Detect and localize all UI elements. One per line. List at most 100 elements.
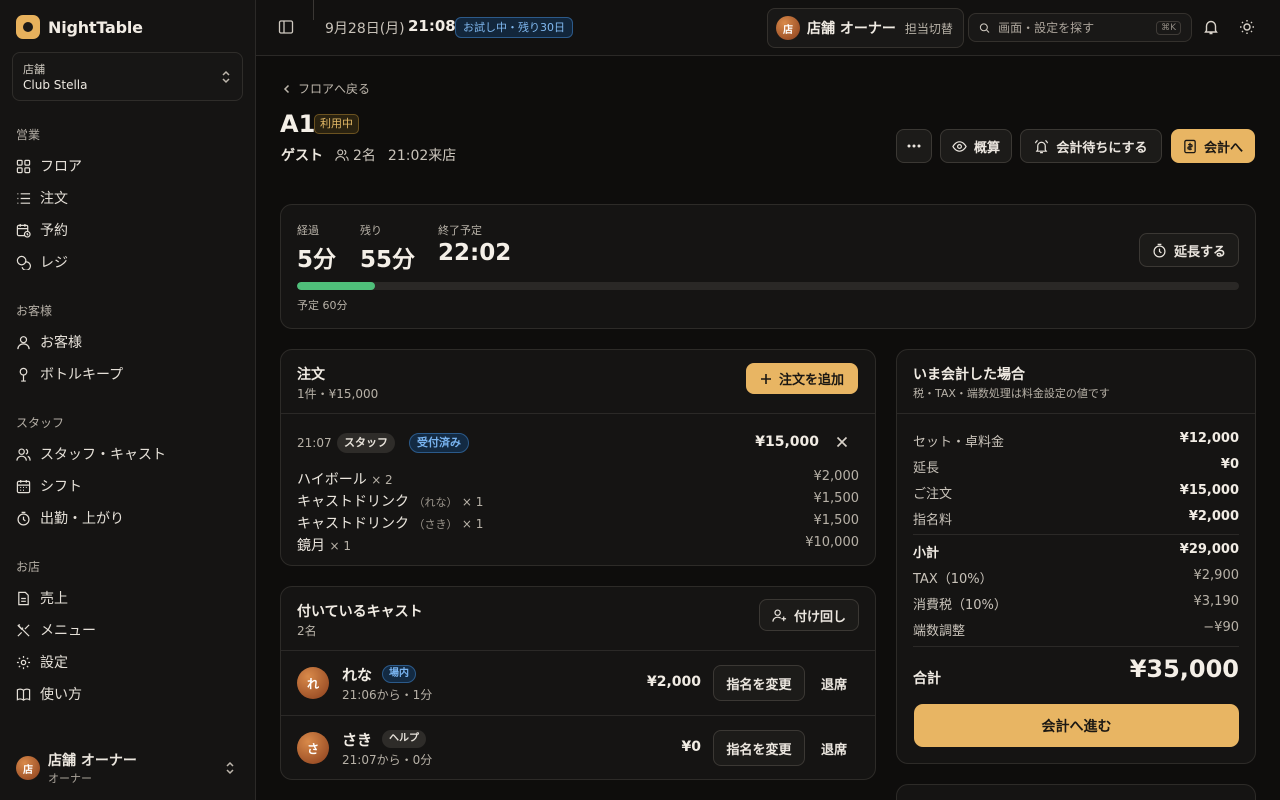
estimate-button[interactable]: 概算 [940, 129, 1012, 163]
total-label: 合計 [913, 671, 941, 687]
nav-item-label: 設定 [40, 655, 68, 671]
proceed-checkout-button[interactable]: 会計へ進む [914, 704, 1239, 747]
item-qty: × 2 [371, 473, 393, 487]
item-price: ¥10,000 [805, 535, 859, 550]
reassign-label: 付け回し [793, 609, 846, 625]
nav-item-orders[interactable]: 注文 [16, 185, 240, 211]
nav-item-staff-cast[interactable]: スタッフ・キャスト [16, 441, 240, 467]
more-button[interactable] [896, 129, 932, 163]
page-title: A1 [280, 110, 316, 138]
order-total: ¥15,000 [755, 434, 819, 450]
utensils-icon [17, 623, 30, 637]
staff-switcher[interactable]: 店 店舗 オーナー 担当切替 [767, 8, 964, 48]
orders-title: 注文 [297, 367, 325, 383]
checkout-button[interactable]: 会計へ [1171, 129, 1255, 163]
remaining-stat: 残り 55分 [360, 222, 415, 274]
timer-icon [1153, 243, 1166, 257]
eye-icon [952, 140, 967, 152]
item-name: キャストドリンク [297, 494, 409, 510]
bill-line-label: セット・卓料金 [913, 435, 1005, 450]
nav-item-reservations[interactable]: 予約 [16, 217, 240, 243]
estimate-label: 概算 [973, 140, 1000, 156]
receipt-icon [1184, 139, 1196, 153]
list-icon [17, 192, 31, 204]
cast-row: れ れな 場内 21:06から・1分 ¥2,000 指名を変更 退席 [281, 651, 875, 715]
extend-button[interactable]: 延長する [1139, 233, 1239, 267]
sidebar: NightTable 店舗 Club Stella 営業 フロア 注文 予約 レ… [0, 0, 256, 800]
order-status-badge: 受付済み [409, 433, 469, 453]
sun-icon[interactable] [1239, 19, 1255, 35]
timer-card: 経過 5分 残り 55分 終了予定 22:02 延長する 予定 60分 [280, 204, 1256, 329]
elapsed-stat: 経過 5分 [297, 222, 336, 274]
time-progress-bar [297, 282, 1239, 290]
leave-button[interactable]: 退席 [821, 674, 847, 693]
brand-logo-icon [16, 15, 40, 39]
nav-group-store: お店 [16, 560, 41, 574]
cast-fee: ¥0 [681, 739, 701, 755]
cast-tag-badge: ヘルプ [382, 730, 426, 748]
order-by-badge: スタッフ [337, 433, 395, 453]
sidebar-toggle-icon[interactable] [278, 19, 294, 35]
elapsed-label: 経過 [297, 224, 319, 237]
table-meta: ゲスト 2名 21:02来店 [281, 145, 456, 165]
item-price: ¥2,000 [813, 469, 860, 484]
order-line: 鏡月 × 1 ¥10,000 [297, 535, 859, 555]
reassign-button[interactable]: 付け回し [759, 599, 859, 631]
search-box[interactable]: ⌘K [968, 13, 1192, 42]
people-count: 2名 [335, 145, 376, 165]
store-switcher[interactable]: 店舗 Club Stella [12, 52, 243, 101]
add-order-label: 注文を追加 [778, 373, 844, 388]
brand[interactable]: NightTable [16, 15, 143, 39]
bill-line: セット・卓料金 ¥12,000 [913, 431, 1239, 450]
cast-name: さき [342, 731, 373, 749]
change-nomination-button[interactable]: 指名を変更 [713, 730, 805, 766]
cast-row: さ さき ヘルプ 21:07から・0分 ¥0 指名を変更 退席 [281, 716, 875, 780]
bell-icon[interactable] [1203, 19, 1219, 35]
nav-item-attendance[interactable]: 出勤・上がり [16, 505, 240, 531]
change-nomination-button[interactable]: 指名を変更 [713, 665, 805, 701]
user-menu[interactable]: 店 店舗 オーナー オーナー [16, 751, 240, 785]
wait-checkout-button[interactable]: 会計待ちにする [1020, 129, 1162, 163]
nav-item-customers[interactable]: お客様 [16, 329, 240, 355]
add-order-button[interactable]: 注文を追加 [746, 363, 858, 394]
cast-card: 付いているキャスト 2名 付け回し れ れな 場内 21:06から・1分 ¥2,… [280, 586, 876, 780]
users-icon [16, 447, 31, 461]
adjustment-label: 端数調整 [913, 624, 966, 639]
leave-button[interactable]: 退席 [821, 739, 847, 758]
cast-since: 21:07から・0分 [342, 753, 433, 767]
close-icon[interactable] [836, 436, 848, 448]
wait-checkout-label: 会計待ちにする [1056, 140, 1148, 156]
bill-adjustment-line: 端数調整 −¥90 [913, 620, 1239, 639]
people-value: 2名 [353, 148, 376, 164]
nav-item-menu[interactable]: メニュー [16, 617, 240, 643]
nav-item-guide[interactable]: 使い方 [16, 681, 240, 707]
item-note: （さき） [413, 518, 458, 531]
back-to-floor-link[interactable]: フロアへ戻る [282, 80, 370, 97]
guest-label: ゲスト [281, 148, 323, 164]
order-line: キャストドリンク （れな） × 1 ¥1,500 [297, 491, 859, 511]
search-input[interactable] [998, 20, 1149, 35]
back-label: フロアへ戻る [298, 82, 371, 96]
divider [281, 413, 875, 414]
checkout-label: 会計へ [1203, 140, 1243, 156]
nav-item-shift[interactable]: シフト [16, 473, 240, 499]
nav-item-floor[interactable]: フロア [16, 153, 240, 179]
search-icon [979, 22, 990, 33]
avatar: 店 [16, 756, 40, 780]
elapsed-value: 5分 [297, 247, 337, 273]
nav-item-label: 出勤・上がり [40, 511, 124, 527]
adjustment-amount: ¥2,900 [1193, 568, 1240, 583]
bill-line: ご注文 ¥15,000 [913, 483, 1239, 502]
nav-item-register[interactable]: レジ [16, 249, 240, 275]
nav-item-settings[interactable]: 設定 [16, 649, 240, 675]
current-time: 21:08 [408, 17, 456, 35]
nav-item-bottle-keep[interactable]: ボトルキープ [16, 361, 240, 387]
orders-summary: 1件・¥15,000 [297, 387, 379, 401]
extend-label: 延長する [1173, 244, 1226, 260]
bill-title: いま会計した場合 [913, 367, 1025, 383]
nav-item-label: ボトルキープ [40, 367, 124, 383]
nav-item-sales[interactable]: 売上 [16, 585, 240, 611]
item-note: （れな） [413, 496, 458, 509]
order-line: ハイボール × 2 ¥2,000 [297, 469, 859, 489]
status-badge: 利用中 [314, 114, 359, 134]
